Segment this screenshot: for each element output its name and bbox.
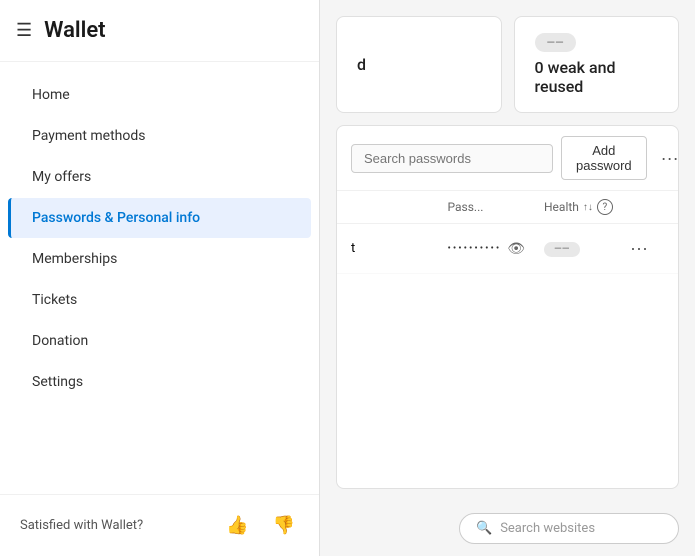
sidebar-item-tickets[interactable]: Tickets [8,280,311,320]
row-site: t [351,241,448,256]
col-header-health: Health ↑↓ ? [544,199,624,215]
sidebar-footer: Satisfied with Wallet? 👍 👎 [0,494,319,556]
top-area: d —— 0 weak and reused [320,0,695,125]
main-content: d —— 0 weak and reused Add password ··· … [320,0,695,556]
sidebar-item-settings[interactable]: Settings [8,362,311,402]
footer-text: Satisfied with Wallet? [20,518,206,533]
sidebar-item-donation[interactable]: Donation [8,321,311,361]
row-health: —— [544,241,624,257]
table-header: Pass... Health ↑↓ ? [337,191,678,224]
left-card-value: d [357,55,481,74]
weak-badge-text: —— [547,36,564,49]
search-websites-box[interactable]: 🔍 Search websites [459,513,679,544]
add-password-button[interactable]: Add password [561,136,647,180]
password-toolbar: Add password ··· [337,126,678,191]
sidebar-item-home[interactable]: Home [8,75,311,115]
left-card: d [336,16,502,113]
sidebar-nav: HomePayment methodsMy offersPasswords & … [0,62,319,494]
row-password-area: •••••••••• 👁 [448,241,545,257]
password-dots: •••••••••• [448,243,502,254]
sort-icon[interactable]: ↑↓ [583,202,593,213]
weak-badge: —— [535,33,576,52]
right-card: —— 0 weak and reused [514,16,680,113]
row-more[interactable]: ··· [624,234,664,263]
thumbs-down-button[interactable]: 👎 [269,511,299,540]
right-card-value: 0 weak and reused [535,58,659,96]
sidebar: ☰ Wallet HomePayment methodsMy offersPas… [0,0,320,556]
sidebar-item-memberships[interactable]: Memberships [8,239,311,279]
sidebar-item-payment-methods[interactable]: Payment methods [8,116,311,156]
sidebar-item-passwords-personal-info[interactable]: Passwords & Personal info [8,198,311,238]
health-label: Health [544,200,579,214]
thumbs-up-button[interactable]: 👍 [222,511,252,540]
table-row: t •••••••••• 👁 —— ··· [337,224,678,274]
search-passwords-input[interactable] [351,144,553,173]
toolbar-more-button[interactable]: ··· [655,144,679,173]
search-websites-text: Search websites [500,521,595,536]
search-websites-icon: 🔍 [476,521,492,536]
bottom-search-area: 🔍 Search websites [320,505,695,556]
row-more-button[interactable]: ··· [624,234,654,263]
eye-icon[interactable]: 👁 [507,241,525,257]
info-icon[interactable]: ? [597,199,613,215]
health-badge: —— [544,242,580,257]
sidebar-title: Wallet [44,18,105,43]
sidebar-header: ☰ Wallet [0,0,319,62]
col-header-password: Pass... [448,200,545,214]
sidebar-item-my-offers[interactable]: My offers [8,157,311,197]
password-section: Add password ··· Pass... Health ↑↓ ? t •… [336,125,679,489]
hamburger-icon[interactable]: ☰ [16,20,32,41]
